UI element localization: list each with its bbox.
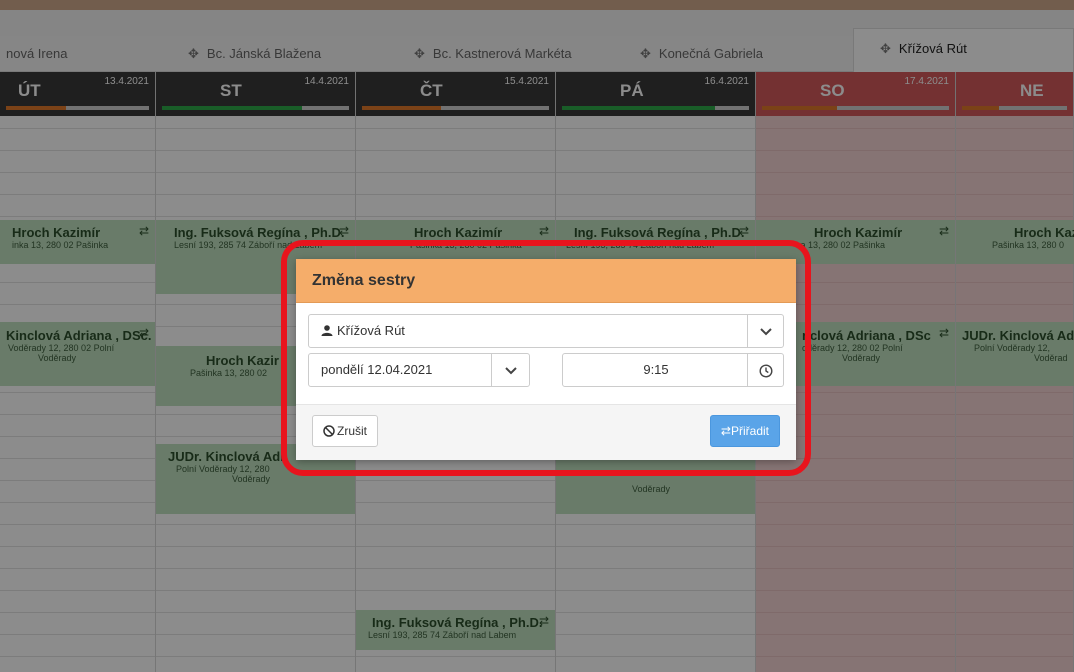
cancel-button[interactable]: Zrušit xyxy=(312,415,378,447)
assign-button[interactable]: ⇄Přiřadit xyxy=(709,415,780,447)
dialog-footer: Zrušit ⇄Přiřadit xyxy=(296,404,796,460)
clock-icon[interactable] xyxy=(747,354,783,386)
date-picker[interactable]: pondělí 12.04.2021 xyxy=(308,353,530,387)
nurse-select-value: Křížová Rút xyxy=(321,315,405,347)
change-nurse-dialog: Změna sestry Křížová Rút pondělí 12.04.2… xyxy=(296,259,796,460)
nurse-select[interactable]: Křížová Rút xyxy=(308,314,784,348)
time-value: 9:15 xyxy=(643,362,669,377)
chevron-down-icon[interactable] xyxy=(747,315,783,347)
date-value: pondělí 12.04.2021 xyxy=(321,362,433,377)
swap-icon: ⇄ xyxy=(720,424,731,438)
chevron-down-icon[interactable] xyxy=(491,354,529,386)
time-picker[interactable]: 9:15 xyxy=(562,353,784,387)
user-icon xyxy=(321,325,333,336)
ban-icon xyxy=(323,425,335,437)
dialog-body: Křížová Rút pondělí 12.04.2021 9:15 xyxy=(296,304,796,404)
nurse-name: Křížová Rút xyxy=(337,323,405,338)
dialog-header: Změna sestry xyxy=(296,259,796,303)
cancel-label: Zrušit xyxy=(337,424,367,438)
assign-label: Přiřadit xyxy=(730,424,769,438)
dialog-title: Změna sestry xyxy=(312,272,416,289)
